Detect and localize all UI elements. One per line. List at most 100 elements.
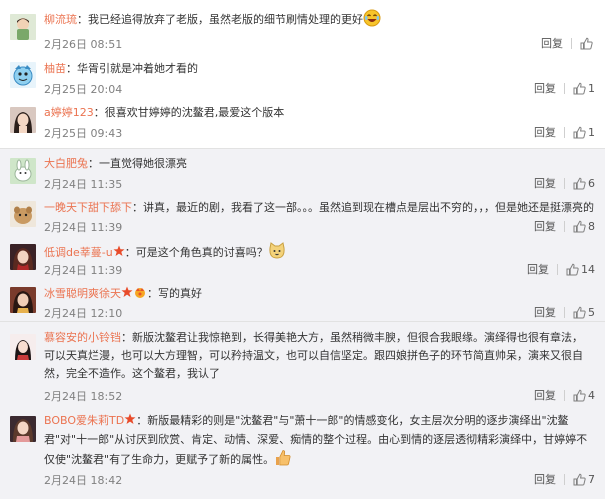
comment-text: BOBO爱朱莉TD ：新版最精彩的则是"沈鳌君"与"萧十一郎"的情感变化，女主层次… <box>44 412 592 473</box>
like-count: 6 <box>588 176 595 190</box>
thumbs-up-icon <box>580 37 593 49</box>
reply-button[interactable]: 回复 <box>534 124 556 140</box>
like-button[interactable]: 1 <box>573 82 595 95</box>
comment-panel-bottom: 慕容安的小铃铛：新版沈鳌君让我惊艳到，长得美艳大方，虽然稍微丰腴，但很合我眼缘。… <box>0 321 605 499</box>
username-link[interactable]: 大白肥兔 <box>44 157 88 170</box>
comment-actions: 回复 4 <box>534 387 595 403</box>
comment-date: 2月24日 18:42 <box>44 474 123 487</box>
comment-date: 2月24日 11:39 <box>44 221 123 234</box>
divider <box>571 37 572 49</box>
comment-text: 一晚天下甜下舔下：讲真，最近的剧，我看了这一部。。。虽然追到现在槽点是层出不穷的… <box>44 199 594 217</box>
comment-date: 2月24日 11:35 <box>44 178 123 191</box>
reply-button[interactable]: 回复 <box>527 261 549 277</box>
reply-button[interactable]: 回复 <box>534 175 556 191</box>
comment-actions: 回复 1 <box>534 80 595 96</box>
reply-button[interactable]: 回复 <box>541 35 563 51</box>
username-link[interactable]: a婷婷123 <box>44 106 94 119</box>
comment-body: ：华胥引就是冲着她才看的 <box>66 62 198 75</box>
cat-emoji <box>268 242 286 266</box>
avatar[interactable] <box>10 62 36 88</box>
reply-button[interactable]: 回复 <box>534 304 556 320</box>
comment-actions: 回复 6 <box>534 175 595 191</box>
like-count: 7 <box>588 472 595 486</box>
divider <box>564 82 565 94</box>
username-link[interactable]: 低调de莘蔓-u <box>44 246 113 259</box>
divider <box>557 263 558 275</box>
comment-actions: 回复 <box>541 35 595 51</box>
thumbs-up-icon <box>573 82 586 94</box>
thumbs-up-icon <box>573 220 586 232</box>
star-badge-icon <box>124 413 136 431</box>
avatar[interactable] <box>10 158 36 184</box>
like-count: 8 <box>588 219 595 233</box>
comment-body: ：新版沈鳌君让我惊艳到，长得美艳大方，虽然稍微丰腴，但很合我眼缘。演绎得也很有章… <box>44 331 583 380</box>
star-badge-icon <box>121 286 133 304</box>
avatar[interactable] <box>10 287 36 313</box>
like-button[interactable]: 4 <box>573 389 595 402</box>
comment-text: a婷婷123：很喜欢甘婷婷的沈鳌君,最爱这个版本 <box>44 104 284 122</box>
like-count: 5 <box>588 305 595 319</box>
like-button[interactable]: 7 <box>573 473 595 486</box>
username-link[interactable]: 慕容安的小铃铛 <box>44 331 121 344</box>
thumbs-up-emoji <box>274 449 292 473</box>
thumbs-up-icon <box>566 263 579 275</box>
divider <box>564 389 565 401</box>
list-item: a婷婷123：很喜欢甘婷婷的沈鳌君,最爱这个版本 2月25日 09:43 回复 … <box>0 96 605 146</box>
comment-body: ：我已经追得放弃了老版，虽然老版的细节刷情处理的更好 <box>77 13 363 26</box>
like-button[interactable]: 5 <box>573 306 595 319</box>
comment-text: 柳流琉：我已经追得放弃了老版，虽然老版的细节刷情处理的更好 <box>44 9 381 33</box>
comment-body: ：一直觉得她很漂亮 <box>88 157 187 170</box>
list-item: 慕容安的小铃铛：新版沈鳌君让我惊艳到，长得美艳大方，虽然稍微丰腴，但很合我眼缘。… <box>0 322 605 405</box>
comment-text: 慕容安的小铃铛：新版沈鳌君让我惊艳到，长得美艳大方，虽然稍微丰腴，但很合我眼缘。… <box>44 329 592 383</box>
crown-badge-icon <box>133 286 147 304</box>
username-link[interactable]: 一晚天下甜下舔下 <box>44 201 132 214</box>
comment-actions: 回复 8 <box>534 218 595 234</box>
like-button[interactable]: 6 <box>573 177 595 190</box>
like-button[interactable] <box>580 37 595 50</box>
divider <box>564 177 565 189</box>
reply-button[interactable]: 回复 <box>534 218 556 234</box>
username-link[interactable]: BOBO爱朱莉TD <box>44 414 124 427</box>
avatar[interactable] <box>10 107 36 133</box>
comment-date: 2月25日 09:43 <box>44 127 123 140</box>
reply-button[interactable]: 回复 <box>534 387 556 403</box>
avatar[interactable] <box>10 14 36 40</box>
comment-panel-middle: 大白肥兔：一直觉得她很漂亮 2月24日 11:35 回复 6 一晚天下甜下舔下：… <box>0 148 605 321</box>
like-count: 1 <box>588 81 595 95</box>
avatar[interactable] <box>10 416 36 442</box>
list-item: 柚苗：华胥引就是冲着她才看的 2月25日 20:04 回复 1 <box>0 50 605 96</box>
comment-text: 冰雪聪明爽徐天 ：写的真好 <box>44 285 202 304</box>
list-item: 低调de莘蔓-u ：可是这个角色真的讨喜吗？ 2月24日 11:39 回复 14 <box>0 236 605 279</box>
comment-body: ：可是这个角色真的讨喜吗？ <box>124 246 268 259</box>
thumbs-up-icon <box>573 306 586 318</box>
reply-button[interactable]: 回复 <box>534 80 556 96</box>
laughing-emoji <box>363 9 381 33</box>
thumbs-up-icon <box>573 473 586 485</box>
like-button[interactable]: 8 <box>573 220 595 233</box>
username-link[interactable]: 冰雪聪明爽徐天 <box>44 287 121 300</box>
avatar[interactable] <box>10 244 36 270</box>
like-count: 4 <box>588 388 595 402</box>
comment-actions: 回复 7 <box>534 471 595 487</box>
divider <box>564 126 565 138</box>
comment-date: 2月24日 11:39 <box>44 264 123 277</box>
comment-date: 2月25日 20:04 <box>44 83 123 96</box>
like-button[interactable]: 1 <box>573 126 595 139</box>
like-button[interactable]: 14 <box>566 263 595 276</box>
comment-body: ：写的真好 <box>147 287 202 300</box>
avatar[interactable] <box>10 201 36 227</box>
reply-button[interactable]: 回复 <box>534 471 556 487</box>
list-item: 冰雪聪明爽徐天 ：写的真好 2月24日 12:10 回复 5 <box>0 279 605 321</box>
comment-actions: 回复 1 <box>534 124 595 140</box>
list-item: 柳流琉：我已经追得放弃了老版，虽然老版的细节刷情处理的更好 2月26日 08:5… <box>0 0 605 51</box>
username-link[interactable]: 柳流琉 <box>44 13 77 26</box>
comment-actions: 回复 5 <box>534 304 595 320</box>
thumbs-up-icon <box>573 177 586 189</box>
divider <box>564 220 565 232</box>
comment-text: 柚苗：华胥引就是冲着她才看的 <box>44 60 198 78</box>
comment-actions: 回复 14 <box>527 261 595 277</box>
avatar[interactable] <box>10 334 36 360</box>
username-link[interactable]: 柚苗 <box>44 62 66 75</box>
comment-date: 2月24日 18:52 <box>44 390 123 403</box>
like-count: 1 <box>588 125 595 139</box>
